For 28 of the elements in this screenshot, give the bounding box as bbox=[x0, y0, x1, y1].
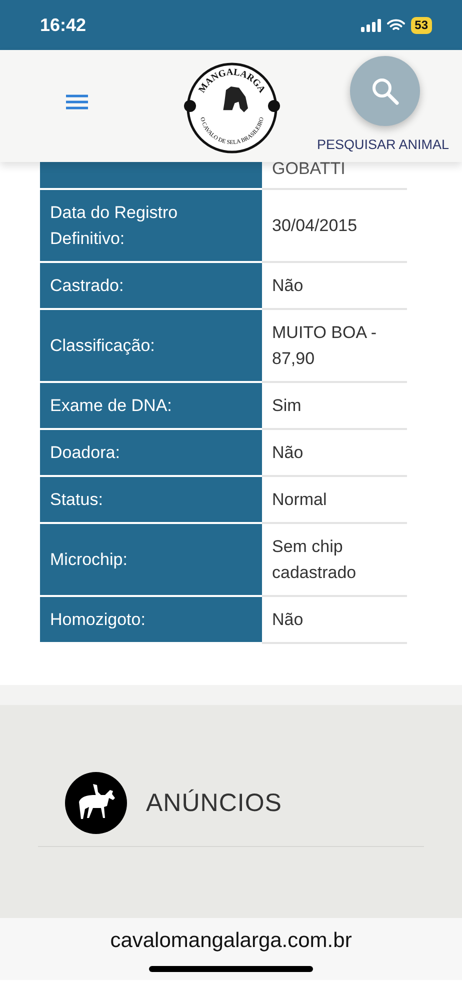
label-cell: Classificação: bbox=[40, 310, 262, 383]
value-cell: 30/04/2015 bbox=[262, 190, 407, 263]
clock-time: 16:42 bbox=[40, 14, 86, 36]
section-title: ANÚNCIOS bbox=[146, 788, 282, 818]
value-cell: Não bbox=[262, 597, 407, 644]
label-cell: Doadora: bbox=[40, 430, 262, 477]
signal-icon bbox=[360, 18, 381, 32]
label-cell: Microchip: bbox=[40, 524, 262, 597]
search-icon bbox=[370, 76, 400, 106]
value-cell: Não bbox=[262, 430, 407, 477]
value-cell: MUITO BOA - 87,90 bbox=[262, 310, 407, 383]
search-button[interactable] bbox=[350, 56, 420, 126]
search-label: PESQUISAR ANIMAL bbox=[316, 137, 449, 152]
horse-rider-icon bbox=[65, 772, 127, 834]
label-cell: Homozigoto: bbox=[40, 597, 262, 644]
value-cell: Sem chip cadastrado bbox=[262, 524, 407, 597]
label-cell: Castrado: bbox=[40, 263, 262, 310]
value-text: GOBATTI bbox=[272, 162, 346, 176]
value-cell: Normal bbox=[262, 477, 407, 524]
value-cell: Não bbox=[262, 263, 407, 310]
url-text: cavalomangalarga.com.br bbox=[110, 928, 352, 954]
wifi-icon bbox=[386, 18, 405, 32]
battery-level: 53 bbox=[410, 16, 432, 34]
label-cell: Data do Registro Definitivo: bbox=[40, 190, 262, 263]
label-cell: Status: bbox=[40, 477, 262, 524]
menu-button[interactable] bbox=[64, 92, 90, 112]
label-cell: Exame de DNA: bbox=[40, 383, 262, 430]
value-cell: Sim bbox=[262, 383, 407, 430]
